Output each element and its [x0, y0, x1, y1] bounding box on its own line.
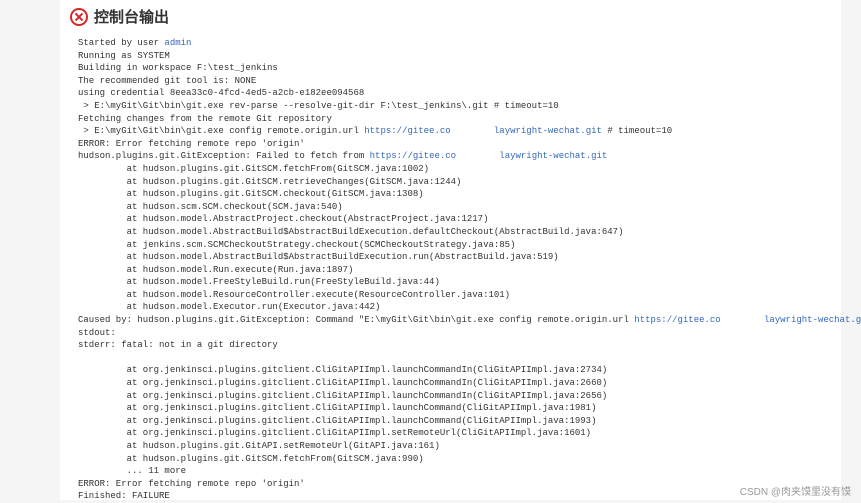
repo-url-link[interactable]: laywright-wechat.git [499, 151, 607, 161]
console-line: at org.jenkinsci.plugins.gitclient.CliGi… [78, 416, 596, 426]
repo-url-link[interactable]: https://gitee.co [364, 126, 450, 136]
redacted: xxxxxxxx [456, 151, 499, 161]
console-line: Fetching changes from the remote Git rep… [78, 114, 332, 124]
console-container: 控制台输出 Started by user admin Running as S… [60, 0, 841, 500]
console-line: stdout: [78, 328, 121, 338]
console-line: at hudson.plugins.git.GitSCM.fetchFrom(G… [78, 454, 424, 464]
redacted: xxxxxxxx [721, 315, 764, 325]
console-line: at hudson.plugins.git.GitAPI.setRemoteUr… [78, 441, 440, 451]
console-line: at jenkins.scm.SCMCheckoutStrategy.check… [78, 240, 515, 250]
console-line: at org.jenkinsci.plugins.gitclient.CliGi… [78, 403, 596, 413]
console-line: stderr: fatal: not in a git directory [78, 340, 278, 350]
repo-url-link[interactable]: laywright-wechat.git [764, 315, 861, 325]
user-link[interactable]: admin [164, 38, 191, 48]
page-title: 控制台输出 [94, 6, 169, 27]
console-line: at org.jenkinsci.plugins.gitclient.CliGi… [78, 391, 607, 401]
console-line: > E:\myGit\Git\bin\git.exe rev-parse --r… [78, 101, 559, 111]
error-icon [70, 8, 88, 26]
console-header: 控制台输出 [70, 0, 831, 37]
console-line: at hudson.model.Run.execute(Run.java:189… [78, 265, 353, 275]
repo-url-link[interactable]: https://gitee.co [370, 151, 456, 161]
repo-url-link[interactable]: https://gitee.co [634, 315, 720, 325]
console-line: at hudson.model.Executor.run(Executor.ja… [78, 302, 380, 312]
console-line: at org.jenkinsci.plugins.gitclient.CliGi… [78, 378, 607, 388]
console-line: ERROR: Error fetching remote repo 'origi… [78, 139, 305, 149]
console-line: at hudson.model.AbstractBuild$AbstractBu… [78, 227, 624, 237]
console-line: at hudson.plugins.git.GitSCM.fetchFrom(G… [78, 164, 429, 174]
console-line: at hudson.model.AbstractProject.checkout… [78, 214, 488, 224]
console-line: > E:\myGit\Git\bin\git.exe config remote… [78, 126, 364, 136]
console-line: ERROR: Error fetching remote repo 'origi… [78, 479, 305, 489]
console-line: at hudson.plugins.git.GitSCM.checkout(Gi… [78, 189, 424, 199]
console-line: Started by user [78, 38, 164, 48]
console-line: at hudson.plugins.git.GitSCM.retrieveCha… [78, 177, 461, 187]
console-line: ... 11 more [78, 466, 186, 476]
console-line: Caused by: hudson.plugins.git.GitExcepti… [78, 315, 634, 325]
console-line: Running as SYSTEM [78, 51, 170, 61]
console-line: Building in workspace F:\test_jenkins [78, 63, 278, 73]
console-line: at org.jenkinsci.plugins.gitclient.CliGi… [78, 428, 591, 438]
console-line: The recommended git tool is: NONE [78, 76, 256, 86]
console-line: hudson.plugins.git.GitException: Failed … [78, 151, 370, 161]
watermark: CSDN @肉夹馍里没有馍 [740, 483, 851, 498]
console-line: at hudson.model.ResourceController.execu… [78, 290, 510, 300]
console-line: at org.jenkinsci.plugins.gitclient.CliGi… [78, 365, 607, 375]
console-line: at hudson.scm.SCM.checkout(SCM.java:540) [78, 202, 343, 212]
console-output: Started by user admin Running as SYSTEM … [70, 37, 831, 503]
console-line: # timeout=10 [602, 126, 672, 136]
console-line: using credential 8eea33c0-4fcd-4ed5-a2cb… [78, 88, 364, 98]
repo-url-link[interactable]: laywright-wechat.git [494, 126, 602, 136]
console-line: at hudson.model.FreeStyleBuild.run(FreeS… [78, 277, 440, 287]
redacted: xxxxxxxx [451, 126, 494, 136]
console-line: at hudson.model.AbstractBuild$AbstractBu… [78, 252, 559, 262]
